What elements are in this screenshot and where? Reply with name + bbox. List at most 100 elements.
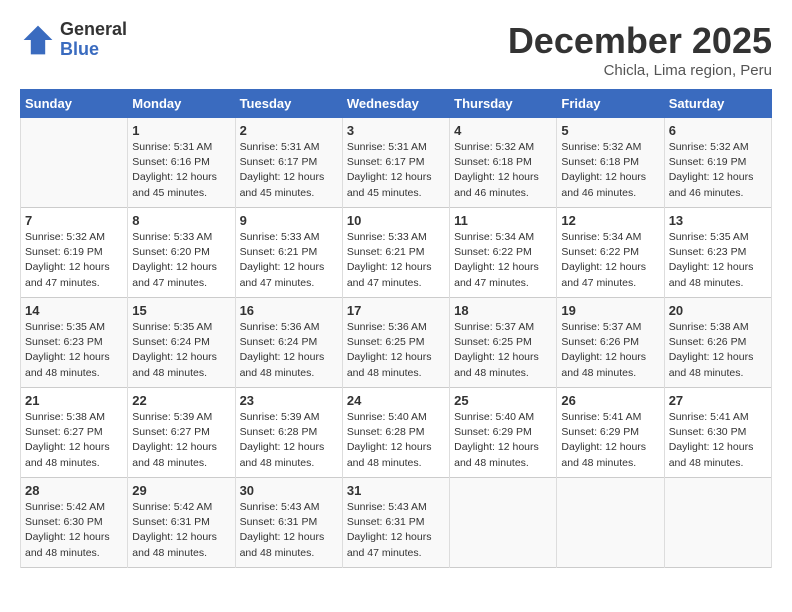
day-info: Sunrise: 5:40 AM Sunset: 6:28 PM Dayligh… xyxy=(347,410,445,471)
day-number: 15 xyxy=(132,303,230,318)
day-number: 7 xyxy=(25,213,123,228)
day-cell: 24Sunrise: 5:40 AM Sunset: 6:28 PM Dayli… xyxy=(342,388,449,478)
day-info: Sunrise: 5:36 AM Sunset: 6:25 PM Dayligh… xyxy=(347,320,445,381)
day-cell: 14Sunrise: 5:35 AM Sunset: 6:23 PM Dayli… xyxy=(21,298,128,388)
week-row-4: 21 Sunrise: 5:38 AM Sunset: 6:27 PM Dayli… xyxy=(21,388,772,478)
day-info: Sunrise: 5:31 AM Sunset: 6:16 PM Dayligh… xyxy=(132,140,230,201)
day-info: Sunrise: 5:31 AM Sunset: 6:17 PM Dayligh… xyxy=(347,140,445,201)
day-number: 22 xyxy=(132,393,230,408)
day-number: 31 xyxy=(347,483,445,498)
day-number: 18 xyxy=(454,303,552,318)
day-number: 3 xyxy=(347,123,445,138)
day-number: 25 xyxy=(454,393,552,408)
day-cell: 15Sunrise: 5:35 AM Sunset: 6:24 PM Dayli… xyxy=(128,298,235,388)
day-cell xyxy=(557,478,664,568)
day-cell xyxy=(664,478,771,568)
calendar-header-row: SundayMondayTuesdayWednesdayThursdayFrid… xyxy=(21,90,772,118)
day-cell: 20 Sunrise: 5:38 AM Sunset: 6:26 PM Dayli… xyxy=(664,298,771,388)
day-number: 4 xyxy=(454,123,552,138)
week-row-3: 14Sunrise: 5:35 AM Sunset: 6:23 PM Dayli… xyxy=(21,298,772,388)
day-cell: 18Sunrise: 5:37 AM Sunset: 6:25 PM Dayli… xyxy=(450,298,557,388)
day-cell: 5Sunrise: 5:32 AM Sunset: 6:18 PM Daylig… xyxy=(557,118,664,208)
day-cell: 17 Sunrise: 5:36 AM Sunset: 6:25 PM Dayli… xyxy=(342,298,449,388)
day-cell: 8Sunrise: 5:33 AM Sunset: 6:20 PM Daylig… xyxy=(128,208,235,298)
day-cell: 16 Sunrise: 5:36 AM Sunset: 6:24 PM Dayli… xyxy=(235,298,342,388)
header-thursday: Thursday xyxy=(450,90,557,118)
day-number: 28 xyxy=(25,483,123,498)
day-cell: 10 Sunrise: 5:33 AM Sunset: 6:21 PM Dayli… xyxy=(342,208,449,298)
day-cell: 23 Sunrise: 5:39 AM Sunset: 6:28 PM Dayli… xyxy=(235,388,342,478)
day-cell: 31 Sunrise: 5:43 AM Sunset: 6:31 PM Dayli… xyxy=(342,478,449,568)
day-cell: 19 Sunrise: 5:37 AM Sunset: 6:26 PM Dayli… xyxy=(557,298,664,388)
day-info: Sunrise: 5:42 AM Sunset: 6:30 PM Dayligh… xyxy=(25,500,123,561)
day-number: 29 xyxy=(132,483,230,498)
location: Chicla, Lima region, Peru xyxy=(508,62,772,79)
day-info: Sunrise: 5:34 AM Sunset: 6:22 PM Dayligh… xyxy=(454,230,552,291)
day-cell: 9 Sunrise: 5:33 AM Sunset: 6:21 PM Daylig… xyxy=(235,208,342,298)
day-cell: 21 Sunrise: 5:38 AM Sunset: 6:27 PM Dayli… xyxy=(21,388,128,478)
day-number: 11 xyxy=(454,213,552,228)
day-number: 13 xyxy=(669,213,767,228)
day-cell: 26 Sunrise: 5:41 AM Sunset: 6:29 PM Dayli… xyxy=(557,388,664,478)
week-row-1: 1 Sunrise: 5:31 AM Sunset: 6:16 PM Daylig… xyxy=(21,118,772,208)
day-cell: 2Sunrise: 5:31 AM Sunset: 6:17 PM Daylig… xyxy=(235,118,342,208)
title-block: December 2025 Chicla, Lima region, Peru xyxy=(508,20,772,79)
day-info: Sunrise: 5:38 AM Sunset: 6:26 PM Dayligh… xyxy=(669,320,767,381)
header-monday: Monday xyxy=(128,90,235,118)
day-number: 9 xyxy=(240,213,338,228)
day-info: Sunrise: 5:37 AM Sunset: 6:26 PM Dayligh… xyxy=(561,320,659,381)
day-cell: 22 Sunrise: 5:39 AM Sunset: 6:27 PM Dayli… xyxy=(128,388,235,478)
day-number: 6 xyxy=(669,123,767,138)
day-number: 12 xyxy=(561,213,659,228)
day-info: Sunrise: 5:36 AM Sunset: 6:24 PM Dayligh… xyxy=(240,320,338,381)
logo-blue: Blue xyxy=(60,40,127,60)
day-number: 2 xyxy=(240,123,338,138)
day-number: 1 xyxy=(132,123,230,138)
day-cell xyxy=(450,478,557,568)
day-info: Sunrise: 5:41 AM Sunset: 6:29 PM Dayligh… xyxy=(561,410,659,471)
header-tuesday: Tuesday xyxy=(235,90,342,118)
day-cell: 28 Sunrise: 5:42 AM Sunset: 6:30 PM Dayli… xyxy=(21,478,128,568)
day-cell: 13 Sunrise: 5:35 AM Sunset: 6:23 PM Dayli… xyxy=(664,208,771,298)
day-number: 30 xyxy=(240,483,338,498)
day-cell: 25 Sunrise: 5:40 AM Sunset: 6:29 PM Dayli… xyxy=(450,388,557,478)
header-sunday: Sunday xyxy=(21,90,128,118)
day-number: 16 xyxy=(240,303,338,318)
day-info: Sunrise: 5:40 AM Sunset: 6:29 PM Dayligh… xyxy=(454,410,552,471)
day-info: Sunrise: 5:35 AM Sunset: 6:23 PM Dayligh… xyxy=(25,320,123,381)
day-number: 26 xyxy=(561,393,659,408)
day-info: Sunrise: 5:33 AM Sunset: 6:21 PM Dayligh… xyxy=(347,230,445,291)
day-info: Sunrise: 5:34 AM Sunset: 6:22 PM Dayligh… xyxy=(561,230,659,291)
day-cell: 6Sunrise: 5:32 AM Sunset: 6:19 PM Daylig… xyxy=(664,118,771,208)
day-cell: 12 Sunrise: 5:34 AM Sunset: 6:22 PM Dayli… xyxy=(557,208,664,298)
logo: General Blue xyxy=(20,20,127,60)
day-info: Sunrise: 5:39 AM Sunset: 6:27 PM Dayligh… xyxy=(132,410,230,471)
day-number: 17 xyxy=(347,303,445,318)
day-cell: 27Sunrise: 5:41 AM Sunset: 6:30 PM Dayli… xyxy=(664,388,771,478)
week-row-2: 7 Sunrise: 5:32 AM Sunset: 6:19 PM Daylig… xyxy=(21,208,772,298)
day-info: Sunrise: 5:32 AM Sunset: 6:18 PM Dayligh… xyxy=(454,140,552,201)
day-info: Sunrise: 5:38 AM Sunset: 6:27 PM Dayligh… xyxy=(25,410,123,471)
day-cell: 30Sunrise: 5:43 AM Sunset: 6:31 PM Dayli… xyxy=(235,478,342,568)
day-cell: 3 Sunrise: 5:31 AM Sunset: 6:17 PM Daylig… xyxy=(342,118,449,208)
day-number: 23 xyxy=(240,393,338,408)
day-info: Sunrise: 5:39 AM Sunset: 6:28 PM Dayligh… xyxy=(240,410,338,471)
day-number: 21 xyxy=(25,393,123,408)
day-number: 19 xyxy=(561,303,659,318)
header-wednesday: Wednesday xyxy=(342,90,449,118)
day-cell xyxy=(21,118,128,208)
day-number: 20 xyxy=(669,303,767,318)
day-number: 10 xyxy=(347,213,445,228)
day-info: Sunrise: 5:42 AM Sunset: 6:31 PM Dayligh… xyxy=(132,500,230,561)
day-info: Sunrise: 5:32 AM Sunset: 6:19 PM Dayligh… xyxy=(25,230,123,291)
day-info: Sunrise: 5:43 AM Sunset: 6:31 PM Dayligh… xyxy=(347,500,445,561)
logo-text: General Blue xyxy=(60,20,127,60)
header-saturday: Saturday xyxy=(664,90,771,118)
day-cell: 11 Sunrise: 5:34 AM Sunset: 6:22 PM Dayli… xyxy=(450,208,557,298)
day-number: 5 xyxy=(561,123,659,138)
day-info: Sunrise: 5:35 AM Sunset: 6:23 PM Dayligh… xyxy=(669,230,767,291)
month-title: December 2025 xyxy=(508,20,772,62)
logo-general: General xyxy=(60,20,127,40)
day-info: Sunrise: 5:33 AM Sunset: 6:21 PM Dayligh… xyxy=(240,230,338,291)
day-cell: 4 Sunrise: 5:32 AM Sunset: 6:18 PM Daylig… xyxy=(450,118,557,208)
